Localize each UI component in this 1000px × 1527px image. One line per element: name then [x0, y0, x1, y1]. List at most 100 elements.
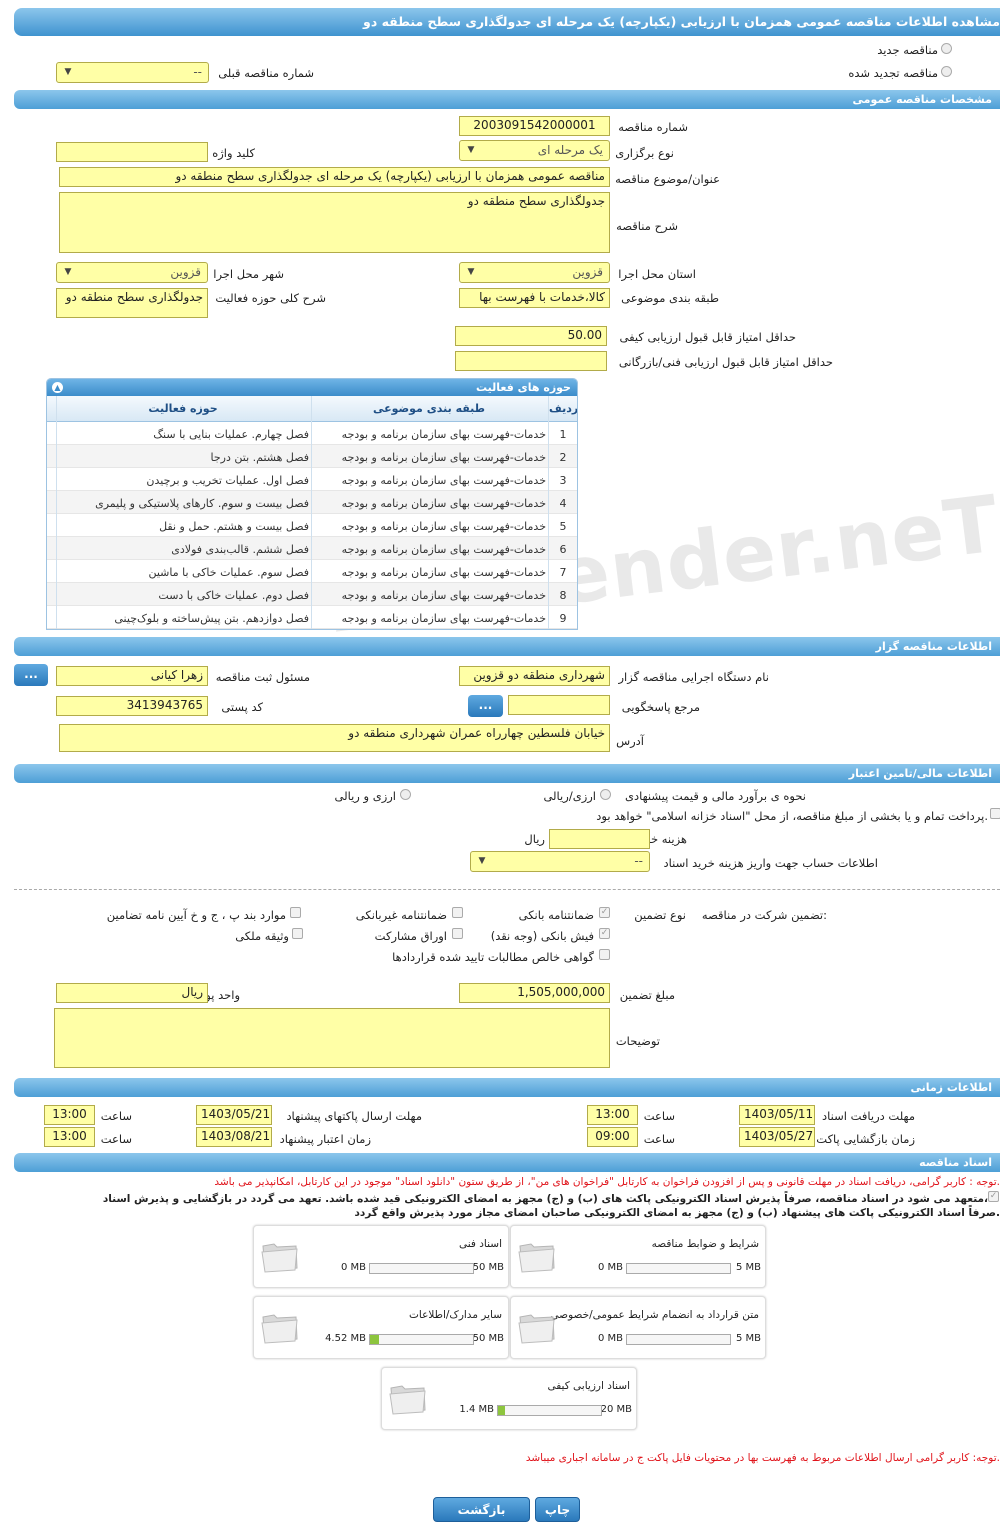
tender-number-label: شماره مناقصه	[618, 120, 688, 134]
receive-deadline-label: مهلت دریافت اسناد	[822, 1109, 915, 1123]
document-max-size: 5 MB	[735, 1333, 761, 1344]
table-cell: فصل چهارم. عملیات بنایی با سنگ	[153, 428, 309, 441]
opening-time-field: 09:00	[587, 1127, 638, 1147]
receive-date-field: 1403/05/11	[739, 1105, 815, 1125]
organizer-header: اطلاعات مناقصه گزار	[14, 637, 1000, 656]
table-cell: خدمات-فهرست بهای سازمان برنامه و بودجه	[341, 520, 546, 533]
table-cell: 7	[559, 566, 567, 579]
document-upload-tile[interactable]: متن قرارداد به انضمام شرایط عمومی/خصوصی 5…	[510, 1296, 766, 1359]
min-quality-label: حداقل امتیاز قابل قبول ارزیابی کیفی	[619, 330, 797, 344]
account-select[interactable]: ▼ --	[470, 851, 650, 872]
bank-check-label: فیش بانکی (وجه نقد)	[490, 929, 594, 943]
table-row[interactable]: 6 خدمات-فهرست بهای سازمان برنامه و بودجه ف…	[47, 537, 577, 560]
guarantee-amount-label: مبلغ تضمین	[619, 988, 675, 1002]
kind-select[interactable]: ▼ یک مرحله ای	[459, 140, 610, 161]
upload-progress-bar	[626, 1263, 731, 1274]
document-current-size: 0 MB	[340, 1262, 366, 1273]
city-select[interactable]: ▼ قزوین	[56, 262, 208, 283]
price-list-note: توجه: کاربر گرامی ارسال اطلاعات مربوط به…	[525, 1452, 1000, 1464]
min-tech-label: حداقل امتیاز قابل قبول ارزیابی فنی/بازرگ…	[618, 355, 833, 369]
notes-field	[54, 1008, 610, 1068]
table-cell: 6	[559, 543, 567, 556]
table-cell: فصل بیست و سوم. کارهای پلاستیکی و پلیمری	[95, 497, 309, 510]
document-upload-tile[interactable]: اسناد ارزیابی کیفی 20 MB 1.4 MB	[381, 1367, 637, 1430]
estimate-option-2: ارزی و ریالی	[334, 789, 396, 803]
table-row[interactable]: 2 خدمات-فهرست بهای سازمان برنامه و بودجه ف…	[47, 445, 577, 468]
document-upload-tile[interactable]: شرایط و ضوابط مناقصه 5 MB 0 MB	[510, 1225, 766, 1288]
estimate-label: نحوه ی برآورد مالی و قیمت پیشنهادی	[624, 789, 806, 803]
table-cell: فصل هشتم. بتن درجا	[210, 451, 309, 464]
receive-time-field: 13:00	[587, 1105, 638, 1125]
send-date-field: 1403/05/21	[196, 1105, 272, 1125]
responsible-lookup-button[interactable]: ...	[14, 664, 48, 686]
keyword-field[interactable]	[56, 142, 208, 162]
subject-label: عنوان/موضوع مناقصه	[615, 172, 720, 186]
table-cell: خدمات-فهرست بهای سازمان برنامه و بودجه	[341, 497, 546, 510]
description-field: جدولگذاری سطح منطقه دو	[59, 192, 610, 253]
description-label: شرح مناقصه	[616, 219, 678, 233]
renewed-tender-radio[interactable]	[941, 66, 952, 77]
bank-check-checkbox[interactable]: ✓	[599, 928, 610, 939]
scope-label: شرح کلی حوزه فعالیت	[215, 291, 326, 305]
table-row[interactable]: 4 خدمات-فهرست بهای سازمان برنامه و بودجه ف…	[47, 491, 577, 514]
non-bank-guarantee-checkbox[interactable]	[452, 907, 463, 918]
table-row[interactable]: 8 خدمات-فهرست بهای سازمان برنامه و بودجه ف…	[47, 583, 577, 606]
table-cell: 9	[559, 612, 567, 625]
document-upload-tile[interactable]: اسناد فنی 50 MB 0 MB	[253, 1225, 509, 1288]
commitment-checkbox[interactable]: ✓	[988, 1191, 999, 1202]
province-select[interactable]: ▼ قزوین	[459, 262, 610, 283]
reference-lookup-button[interactable]: ...	[468, 695, 503, 717]
min-tech-field	[455, 351, 607, 371]
bank-guarantee-checkbox[interactable]: ✓	[599, 907, 610, 918]
timing-header: اطلاعات زمانی	[14, 1078, 1000, 1097]
document-current-size: 0 MB	[597, 1262, 623, 1273]
table-row[interactable]: 5 خدمات-فهرست بهای سازمان برنامه و بودجه ف…	[47, 514, 577, 537]
property-checkbox[interactable]	[292, 928, 303, 939]
document-name: اسناد ارزیابی کیفی	[547, 1380, 630, 1392]
upload-progress-bar	[626, 1334, 731, 1345]
notes-label: توضیحات	[615, 1034, 660, 1048]
prev-tender-select[interactable]: ▼ --	[56, 62, 209, 83]
table-row[interactable]: 7 خدمات-فهرست بهای سازمان برنامه و بودجه ف…	[47, 560, 577, 583]
print-button[interactable]: چاپ	[535, 1497, 580, 1522]
table-cell: فصل دوازدهم. بتن پیش‌ساخته و بلوک‌چینی	[114, 612, 309, 625]
table-cell: خدمات-فهرست بهای سازمان برنامه و بودجه	[341, 474, 546, 487]
islamic-bonds-label: پرداخت تمام و یا بخشی از مبلغ مناقصه، از…	[596, 809, 988, 823]
column-header[interactable]: طبقه بندی موضوعی	[312, 402, 549, 415]
guarantee-type-label: نوع تضمین	[634, 908, 686, 922]
column-header[interactable]: ردیف	[549, 402, 577, 415]
estimate-option-1-radio[interactable]	[600, 789, 611, 800]
table-cell: خدمات-فهرست بهای سازمان برنامه و بودجه	[341, 428, 546, 441]
document-upload-tile[interactable]: سایر مدارک/اطلاعات 50 MB 4.52 MB	[253, 1296, 509, 1359]
send-deadline-label: مهلت ارسال پاکتهای پیشنهاد	[286, 1109, 422, 1123]
document-max-size: 50 MB	[472, 1262, 504, 1273]
article-checkbox[interactable]	[290, 907, 301, 918]
non-bank-guarantee-label: ضمانتنامه غیربانکی	[355, 908, 447, 922]
table-cell: 4	[559, 497, 567, 510]
back-button[interactable]: بازگشت	[433, 1497, 530, 1522]
document-max-size: 50 MB	[472, 1333, 504, 1344]
table-row[interactable]: 3 خدمات-فهرست بهای سازمان برنامه و بودجه ف…	[47, 468, 577, 491]
column-header[interactable]: حوزه فعالیت	[57, 402, 312, 415]
property-label: وثیقه ملکی	[235, 929, 289, 943]
estimate-option-2-radio[interactable]	[400, 789, 411, 800]
guarantee-title: تضمین شرکت در مناقصه:	[701, 908, 827, 922]
bonds-checkbox[interactable]	[452, 928, 463, 939]
table-cell: خدمات-فهرست بهای سازمان برنامه و بودجه	[341, 543, 546, 556]
tender-number-field: 2003091542000001	[459, 116, 610, 136]
docs-header: اسناد مناقصه	[14, 1153, 1000, 1172]
collapse-icon[interactable]: ▲	[52, 382, 63, 393]
upload-progress-bar	[369, 1334, 474, 1345]
new-tender-radio[interactable]	[941, 43, 952, 54]
table-row[interactable]: 9 خدمات-فهرست بهای سازمان برنامه و بودجه ف…	[47, 606, 577, 629]
table-cell: 1	[559, 428, 567, 441]
chevron-down-icon: ▼	[64, 267, 72, 277]
table-cell: خدمات-فهرست بهای سازمان برنامه و بودجه	[341, 612, 546, 625]
receivables-checkbox[interactable]	[599, 949, 610, 960]
table-cell: فصل ششم. قالب‌بندی فولادی	[171, 543, 309, 556]
table-row[interactable]: 1 خدمات-فهرست بهای سازمان برنامه و بودجه ف…	[47, 422, 577, 445]
finance-header: اطلاعات مالی/تامین اعتبار	[14, 764, 1000, 783]
islamic-bonds-checkbox[interactable]	[990, 808, 1000, 819]
document-max-size: 20 MB	[600, 1404, 632, 1415]
folder-icon	[261, 1243, 298, 1273]
